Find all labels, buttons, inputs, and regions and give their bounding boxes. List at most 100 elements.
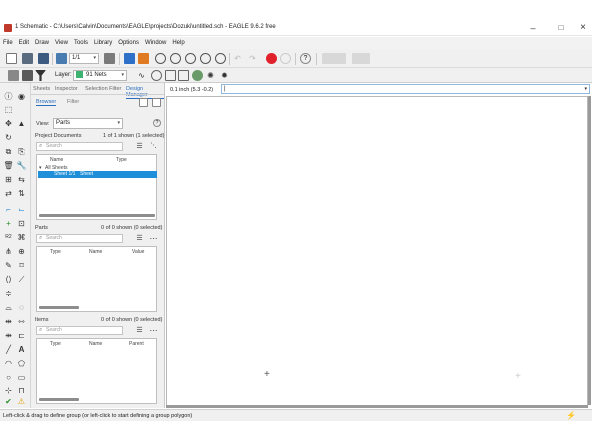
new-file-icon[interactable] [6,53,17,64]
delete-icon[interactable]: 🗑 [3,161,13,170]
board-switch-icon[interactable] [138,53,149,64]
settings-icon[interactable] [8,70,19,81]
attribute-icon[interactable]: ▲ [17,119,26,128]
save-icon[interactable] [38,53,49,64]
menu-view[interactable]: View [52,37,71,49]
rectangle-icon[interactable]: ▭ [17,373,26,382]
tag-icon[interactable]: ⌑ [17,261,26,270]
zoom-icon[interactable] [152,98,161,107]
tab-inspector[interactable]: Inspector [55,86,78,92]
pin-swap-icon[interactable]: ⇄ [4,189,13,198]
horizontal-scrollbar[interactable] [39,306,79,309]
optimize-icon[interactable]: ≑ [4,289,13,298]
stop-icon[interactable] [266,53,277,64]
zoom-out-icon[interactable] [185,53,196,64]
horizontal-scrollbar[interactable] [39,214,155,217]
name-icon[interactable]: ⌘ [17,233,26,242]
undo-icon[interactable]: ↶ [233,54,242,63]
redo-icon[interactable]: ↷ [248,54,257,63]
design-reuse-icon[interactable] [322,53,346,64]
chevron-down-icon[interactable]: ▾ [584,86,587,92]
line-icon[interactable]: ╱ [4,345,13,354]
list-options-icon[interactable]: ☰ [135,142,144,151]
move-icon[interactable]: ✥ [4,119,13,128]
sheet-icon[interactable] [104,53,115,64]
project-documents-list[interactable]: Name Type ▾ All Sheets Sheet 1/1 Sheet [36,154,157,220]
list-options-icon[interactable]: ☰ [135,326,144,335]
text-icon[interactable]: A [17,345,26,354]
zoom-fit-icon[interactable] [155,53,166,64]
project-documents-search[interactable]: ⌕ Search [36,142,123,151]
circle-icon[interactable]: ○ [4,373,13,382]
junction-icon[interactable]: ⊕ [17,247,26,256]
circle-select-icon[interactable]: ◌ [17,303,26,312]
list-options-icon[interactable]: ☰ [135,234,144,243]
schematic-switch-icon[interactable] [124,53,135,64]
frame-icon[interactable]: ⊓ [17,386,26,395]
wire-icon[interactable]: ⌐ [4,205,13,214]
attribute-edit-icon[interactable]: ⇻ [4,331,13,340]
more-icon[interactable]: ⋯ [149,326,158,335]
split-icon[interactable]: ⋔ [4,247,13,256]
maximize-button[interactable]: □ [552,21,570,35]
menu-options[interactable]: Options [115,37,142,49]
pointer-icon[interactable] [139,98,148,107]
dimension-icon[interactable]: ⊏ [17,331,26,340]
menu-help[interactable]: Help [169,37,187,49]
image-icon[interactable] [165,70,176,81]
rotate-icon[interactable]: ↻ [4,133,13,142]
command-input[interactable]: | ▾ [221,84,590,94]
parts-list[interactable]: Type Name Value [36,246,157,312]
sun-icon[interactable]: ✺ [206,71,215,80]
collapse-icon[interactable]: ⋱ [149,142,158,151]
parts-search[interactable]: ⌕ Search [36,234,123,243]
layer-select[interactable]: 91 Nets ▾ [73,70,127,81]
schematic-canvas[interactable]: + + [166,96,588,406]
canvas-vertical-scrollbar[interactable] [588,96,591,405]
mark-icon[interactable]: ⊹ [4,386,13,395]
gear-icon[interactable]: ✹ [220,71,229,80]
menu-window[interactable]: Window [142,37,169,49]
zoom-select-icon[interactable] [200,53,211,64]
copy-icon[interactable]: ⧉ [4,147,13,156]
subtab-browser[interactable]: Browser [36,99,57,106]
more-icon[interactable]: ⋯ [149,234,158,243]
view-select[interactable]: Parts ▾ [53,118,123,129]
menu-library[interactable]: Library [91,37,115,49]
value-icon[interactable]: R2 [4,233,13,242]
horizontal-scrollbar[interactable] [39,398,79,401]
warning-icon[interactable]: ⚠ [17,397,26,406]
export-icon[interactable] [178,70,189,81]
draw-arc-icon[interactable]: ◠ [4,359,13,368]
items-list[interactable]: Type Name Parent [36,338,157,404]
paste-icon[interactable]: ⎘ [17,147,26,156]
help-icon[interactable]: ? [153,119,161,127]
subtab-filter[interactable]: Filter [67,99,79,105]
add-part-icon[interactable]: ⊞ [4,175,13,184]
arc-icon[interactable]: ⌓ [4,303,13,312]
items-search[interactable]: ⌕ Search [36,326,123,335]
tab-selection-filter[interactable]: Selection Filter [85,86,121,92]
menu-tools[interactable]: Tools [71,37,91,49]
redraw-icon[interactable] [215,53,226,64]
smash-icon[interactable]: ✎ [4,261,13,270]
go-icon[interactable] [280,53,291,64]
layers-icon[interactable] [22,70,33,81]
gateswap-icon[interactable]: ⇿ [17,317,26,326]
net-icon[interactable]: + [4,219,13,228]
menu-draw[interactable]: Draw [32,37,52,49]
table-row-selected[interactable]: Sheet 1/1 Sheet [38,171,157,178]
wave-icon[interactable]: ∿ [137,71,146,80]
open-file-icon[interactable] [22,53,33,64]
print-icon[interactable] [56,53,67,64]
canvas-horizontal-scrollbar[interactable] [166,405,588,408]
group-select-icon[interactable]: ⬚ [4,105,13,114]
sheet-select[interactable]: 1/1 ▾ [69,53,99,64]
info-icon[interactable]: ⓘ [4,92,13,101]
align-icon[interactable]: ⇹ [4,317,13,326]
eye-icon[interactable]: ◉ [17,92,26,101]
wrench-icon[interactable]: 🔧 [17,161,27,170]
filter-icon[interactable] [35,70,46,81]
search-icon[interactable] [151,70,162,81]
lightning-icon[interactable]: ⚡ [566,411,576,420]
